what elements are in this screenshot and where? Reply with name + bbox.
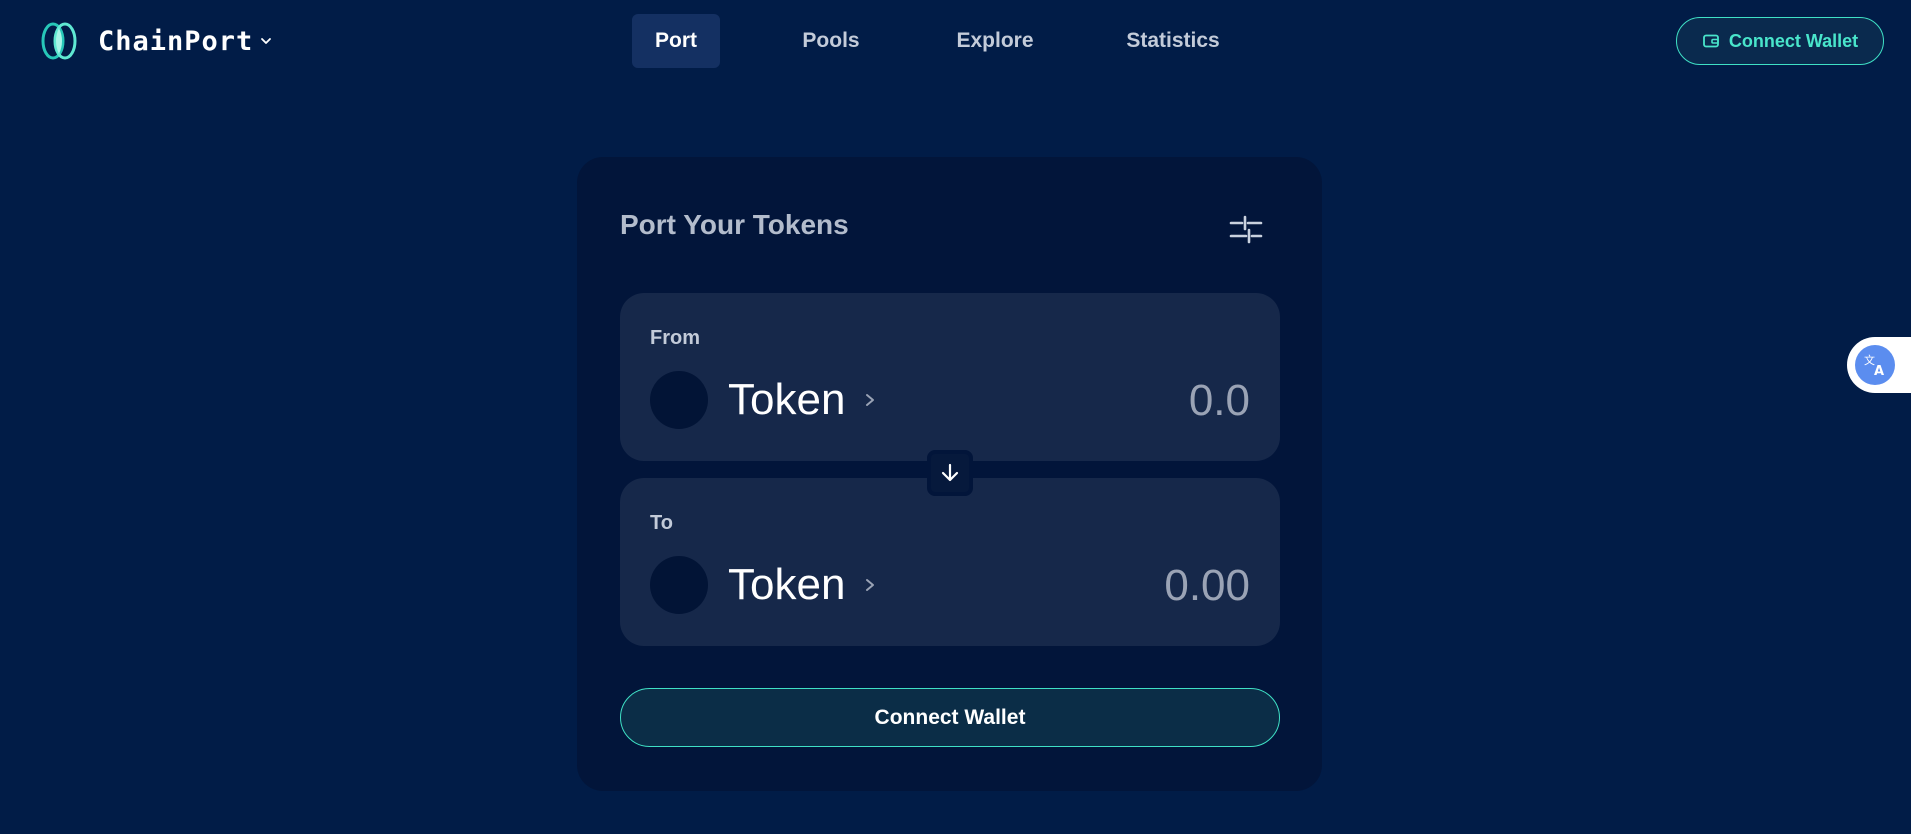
to-panel: To Token (620, 478, 1280, 646)
nav-tab-explore[interactable]: Explore (945, 14, 1045, 68)
chevron-right-icon (866, 579, 875, 591)
chevron-right-icon (866, 394, 875, 406)
nav-tab-port[interactable]: Port (632, 14, 720, 68)
from-label: From (650, 327, 700, 349)
translate-icon: 文 A (1855, 345, 1895, 385)
brand-name: ChainPort (98, 25, 254, 57)
brand-logo[interactable]: ChainPort (38, 20, 273, 62)
from-panel: From Token (620, 293, 1280, 461)
sliders-icon[interactable] (1228, 211, 1264, 247)
chainport-logo-icon (41, 22, 77, 60)
connect-wallet-button[interactable]: Connect Wallet (620, 688, 1280, 747)
swap-direction-button[interactable] (927, 450, 973, 496)
port-card: Port Your Tokens From Token To Token (577, 157, 1322, 791)
chevron-down-icon (261, 38, 272, 44)
wallet-icon (1702, 34, 1719, 48)
card-title: Port Your Tokens (620, 209, 849, 240)
to-label: To (650, 512, 673, 534)
to-token-selector[interactable]: Token (650, 556, 877, 614)
top-header: ChainPort Port Pools Explore Statistics … (0, 0, 1911, 82)
arrow-down-icon (941, 463, 959, 482)
to-token-avatar (650, 556, 708, 614)
from-token-avatar (650, 371, 708, 429)
main-nav: Port Pools Explore Statistics (632, 14, 1232, 68)
from-amount-input[interactable] (990, 375, 1250, 427)
translate-widget[interactable]: 文 A (1847, 337, 1911, 393)
to-token-label: Token (728, 560, 846, 609)
from-token-selector[interactable]: Token (650, 371, 877, 429)
header-connect-wallet-button[interactable]: Connect Wallet (1676, 17, 1884, 65)
header-connect-wallet-label: Connect Wallet (1728, 30, 1859, 51)
from-token-label: Token (728, 375, 846, 424)
svg-text:A: A (1874, 364, 1884, 379)
nav-tab-statistics[interactable]: Statistics (1114, 14, 1232, 68)
to-amount-input[interactable] (990, 560, 1250, 612)
nav-tab-pools[interactable]: Pools (788, 14, 874, 68)
